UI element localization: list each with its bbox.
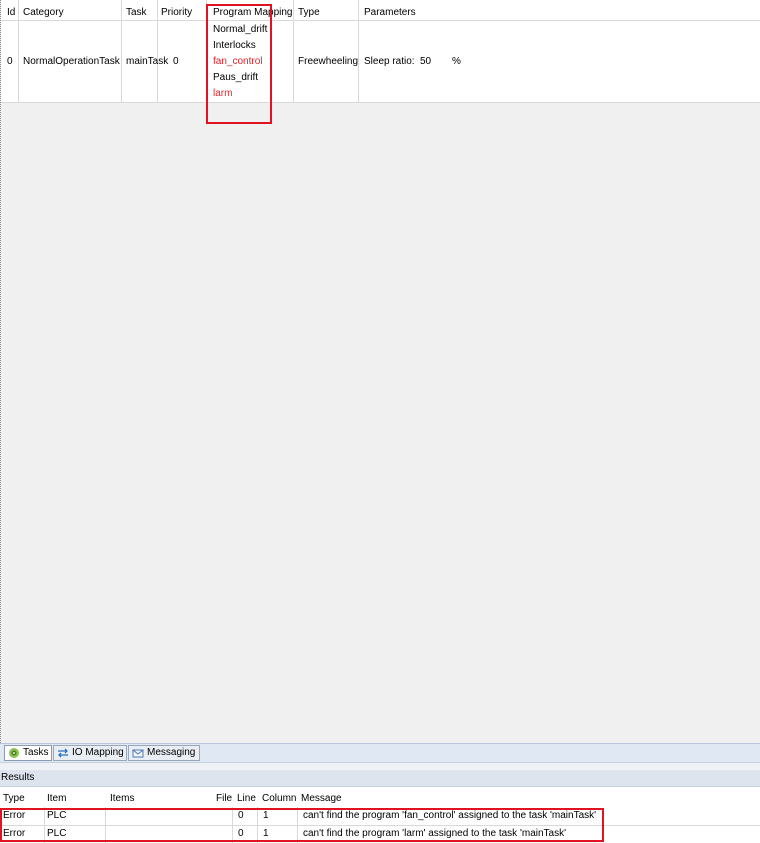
bottom-tab-bar: Tasks IO Mapping Messaging xyxy=(0,743,760,763)
sleep-ratio-value[interactable]: 50 xyxy=(420,56,431,68)
results-column-line[interactable]: Line xyxy=(237,793,256,805)
results-panel-header: Results xyxy=(0,770,760,787)
error-rows-highlight xyxy=(0,808,604,842)
tab-label: Messaging xyxy=(147,747,196,758)
results-column-item[interactable]: Item xyxy=(47,793,66,805)
task-name: mainTask xyxy=(126,56,169,67)
results-table: Type Item Items File Line Column Message… xyxy=(0,787,760,843)
parameter-label: Sleep ratio: xyxy=(364,56,415,67)
task-configuration-area: Id Category Task Priority Program Mappin… xyxy=(0,0,760,743)
parameter-unit: % xyxy=(452,56,461,67)
results-column-items[interactable]: Items xyxy=(110,793,134,805)
tasks-gear-icon xyxy=(8,747,20,759)
tab-io-mapping[interactable]: IO Mapping xyxy=(53,745,127,761)
program-mapping-highlight xyxy=(206,4,272,124)
task-priority: 0 xyxy=(173,56,179,67)
results-column-message[interactable]: Message xyxy=(301,793,342,805)
results-column-column[interactable]: Column xyxy=(262,793,296,805)
column-header-task[interactable]: Task xyxy=(126,7,147,19)
task-type: Freewheeling xyxy=(298,56,359,67)
column-header-priority[interactable]: Priority xyxy=(161,7,192,19)
results-column-type[interactable]: Type xyxy=(3,793,25,805)
io-mapping-icon xyxy=(57,747,69,759)
tab-messaging[interactable]: Messaging xyxy=(128,745,200,761)
column-header-category[interactable]: Category xyxy=(23,7,64,19)
results-table-header: Type Item Items File Line Column Message xyxy=(0,787,760,807)
results-column-file[interactable]: File xyxy=(216,793,232,805)
tasks-table: Id Category Task Priority Program Mappin… xyxy=(1,0,760,124)
tab-tasks[interactable]: Tasks xyxy=(4,745,52,761)
task-id: 0 xyxy=(7,56,13,67)
results-title: Results xyxy=(1,772,35,783)
column-header-id[interactable]: Id xyxy=(7,7,15,19)
messaging-icon xyxy=(132,747,144,759)
column-header-parameters[interactable]: Parameters xyxy=(364,7,416,19)
tab-label: IO Mapping xyxy=(72,747,124,758)
task-category: NormalOperationTask xyxy=(23,56,120,67)
column-header-type[interactable]: Type xyxy=(298,7,320,19)
tab-label: Tasks xyxy=(23,747,49,758)
